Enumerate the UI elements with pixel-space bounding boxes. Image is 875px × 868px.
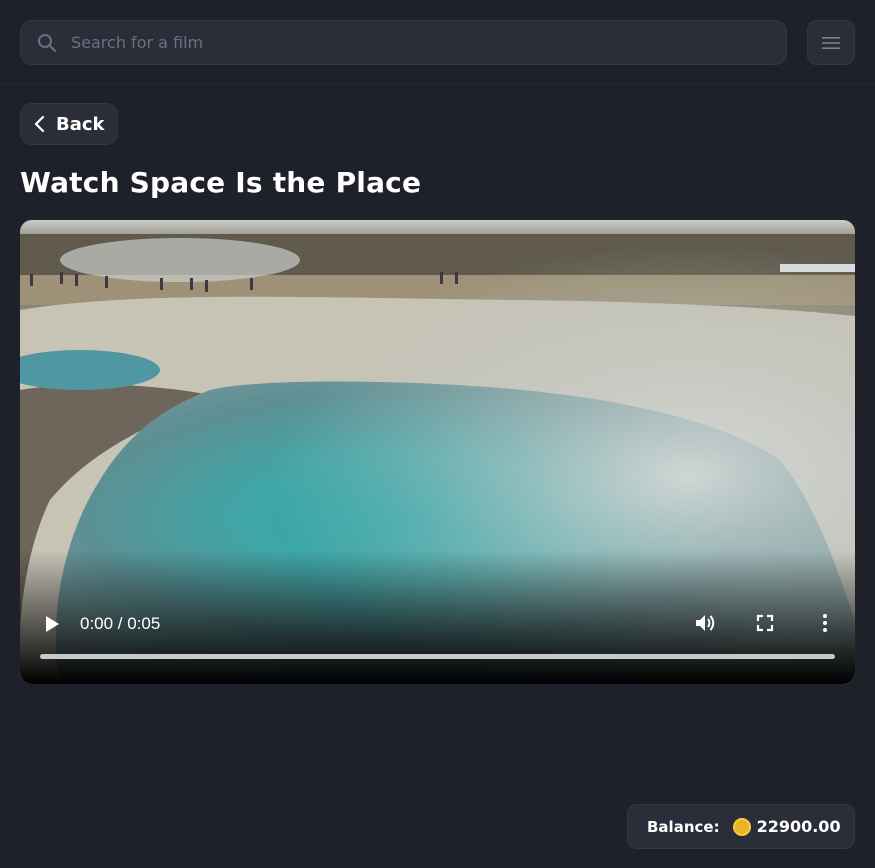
search-bar[interactable] <box>20 20 787 65</box>
more-options-icon[interactable] <box>820 613 830 633</box>
top-bar <box>0 0 875 85</box>
chevron-left-icon <box>34 115 45 133</box>
fullscreen-icon[interactable] <box>756 614 774 632</box>
play-icon[interactable] <box>44 615 60 633</box>
volume-icon[interactable] <box>695 613 717 633</box>
back-button-label: Back <box>56 113 105 135</box>
coin-icon <box>732 817 751 836</box>
time-display: 0:00 / 0:05 <box>80 614 161 633</box>
balance-label: Balance: <box>647 817 720 836</box>
balance-amount: 22900.00 <box>756 817 841 836</box>
progress-bar[interactable] <box>40 654 835 659</box>
page-title: Watch Space Is the Place <box>20 166 422 199</box>
search-icon <box>38 34 56 52</box>
balance-badge: Balance: 22900.00 <box>627 804 855 849</box>
menu-button[interactable] <box>807 20 855 65</box>
search-input[interactable] <box>69 21 769 64</box>
back-button[interactable]: Back <box>20 103 118 145</box>
menu-icon <box>822 36 840 49</box>
